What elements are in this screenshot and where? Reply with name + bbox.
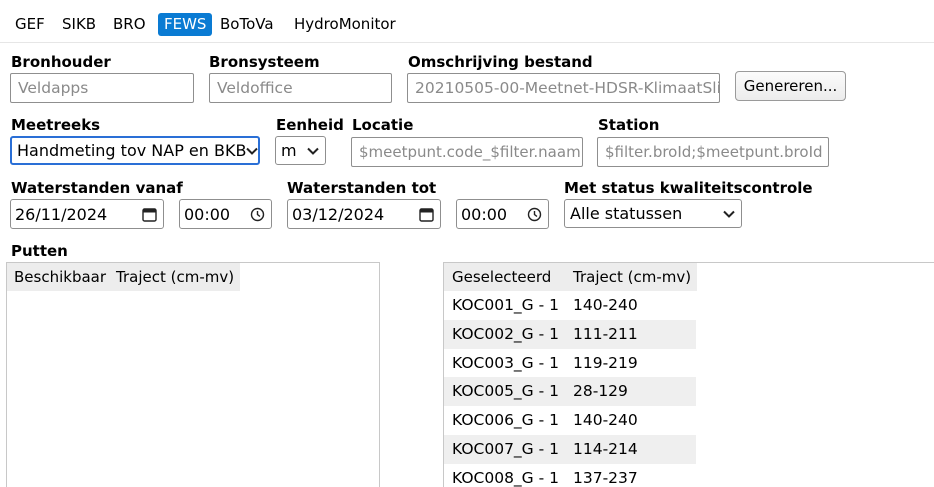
kwaliteit-label: Met status kwaliteitscontrole: [564, 179, 813, 197]
selected-col-traject[interactable]: Traject (cm-mv): [573, 263, 691, 291]
waterstanden-tot-label: Waterstanden tot: [287, 179, 437, 197]
row-well-name: KOC003_G - 1: [452, 354, 559, 372]
row-traject: 28-129: [573, 382, 628, 400]
locatie-input[interactable]: $meetpunt.code_$filter.naam: [351, 137, 583, 167]
bronhouder-label: Bronhouder: [11, 53, 111, 71]
omschrijving-label: Omschrijving bestand: [408, 53, 593, 71]
table-row[interactable]: KOC003_G - 1 119-219: [444, 349, 696, 378]
available-col-name[interactable]: Beschikbaar: [14, 263, 106, 291]
table-row[interactable]: KOC005_G - 1 28-129: [444, 377, 696, 406]
eenheid-select[interactable]: m: [275, 136, 326, 165]
eenheid-value: m: [281, 141, 297, 160]
omschrijving-input[interactable]: 20210505-00-Meetnet-HDSR-KlimaatSlimBoer…: [407, 73, 720, 103]
available-wells-list[interactable]: Beschikbaar Traject (cm-mv): [6, 262, 380, 487]
station-label: Station: [598, 116, 660, 134]
bronsysteem-label: Bronsysteem: [209, 53, 320, 71]
available-col-traject[interactable]: Traject (cm-mv): [116, 263, 234, 291]
row-traject: 140-240: [573, 411, 638, 429]
clock-icon[interactable]: [527, 207, 542, 222]
vanaf-date-input[interactable]: 26/11/2024: [10, 199, 164, 229]
tot-date-value: 03/12/2024: [292, 204, 385, 224]
row-well-name: KOC006_G - 1: [452, 411, 559, 429]
vanaf-date-value: 26/11/2024: [15, 204, 108, 224]
table-row[interactable]: KOC008_G - 1 137-237: [444, 464, 696, 487]
tab-gef[interactable]: GEF: [9, 13, 51, 36]
table-row[interactable]: KOC007_G - 1 114-214: [444, 435, 696, 464]
vanaf-time-input[interactable]: 00:00: [179, 199, 272, 229]
meetreeks-select[interactable]: Handmeting tov NAP en BKB: [10, 136, 260, 165]
tab-botova[interactable]: BoToVa: [214, 13, 280, 36]
bronhouder-input[interactable]: Veldapps: [10, 73, 194, 103]
station-input[interactable]: $filter.broId;$meetpunt.broId: [597, 137, 829, 167]
row-well-name: KOC007_G - 1: [452, 440, 559, 458]
putten-label: Putten: [11, 242, 68, 260]
row-well-name: KOC002_G - 1: [452, 325, 559, 343]
row-well-name: KOC005_G - 1: [452, 382, 559, 400]
tot-date-input[interactable]: 03/12/2024: [287, 199, 441, 229]
generate-button[interactable]: Genereren...: [735, 71, 846, 101]
tab-fews[interactable]: FEWS: [158, 13, 213, 36]
meetreeks-label: Meetreeks: [11, 116, 101, 134]
table-row[interactable]: KOC002_G - 1 111-211: [444, 320, 696, 349]
clock-icon[interactable]: [250, 207, 265, 222]
kwaliteit-value: Alle statussen: [570, 204, 683, 223]
row-traject: 137-237: [573, 469, 638, 487]
tot-time-input[interactable]: 00:00: [456, 199, 549, 229]
row-traject: 114-214: [573, 440, 638, 458]
table-row[interactable]: KOC001_G - 1 140-240: [444, 291, 696, 320]
tab-bro[interactable]: BRO: [107, 13, 152, 36]
tab-hydromonitor[interactable]: HydroMonitor: [288, 13, 402, 36]
row-traject: 140-240: [573, 296, 638, 314]
format-tabs: GEF SIKB BRO FEWS BoToVa HydroMonitor: [0, 0, 934, 43]
chevron-down-icon: [246, 147, 259, 155]
locatie-label: Locatie: [352, 116, 414, 134]
tot-time-value: 00:00: [461, 204, 508, 224]
calendar-icon[interactable]: [142, 207, 157, 222]
selected-col-name[interactable]: Geselecteerd: [452, 263, 551, 291]
calendar-icon[interactable]: [419, 207, 434, 222]
selected-table-header: Geselecteerd Traject (cm-mv): [444, 263, 697, 291]
row-traject: 119-219: [573, 354, 638, 372]
selected-wells-list[interactable]: Geselecteerd Traject (cm-mv) KOC001_G - …: [443, 262, 934, 487]
waterstanden-vanaf-label: Waterstanden vanaf: [11, 179, 183, 197]
vanaf-time-value: 00:00: [184, 204, 231, 224]
chevron-down-icon: [307, 147, 319, 155]
row-well-name: KOC001_G - 1: [452, 296, 559, 314]
row-traject: 111-211: [573, 325, 638, 343]
kwaliteit-select[interactable]: Alle statussen: [564, 199, 742, 228]
bronsysteem-input[interactable]: Veldoffice: [209, 73, 392, 103]
meetreeks-value: Handmeting tov NAP en BKB: [17, 141, 247, 160]
eenheid-label: Eenheid: [276, 116, 344, 134]
available-table-header: Beschikbaar Traject (cm-mv): [7, 263, 240, 291]
tab-sikb[interactable]: SIKB: [56, 13, 102, 36]
row-well-name: KOC008_G - 1: [452, 469, 559, 487]
chevron-down-icon: [723, 210, 735, 218]
table-row[interactable]: KOC006_G - 1 140-240: [444, 406, 696, 435]
